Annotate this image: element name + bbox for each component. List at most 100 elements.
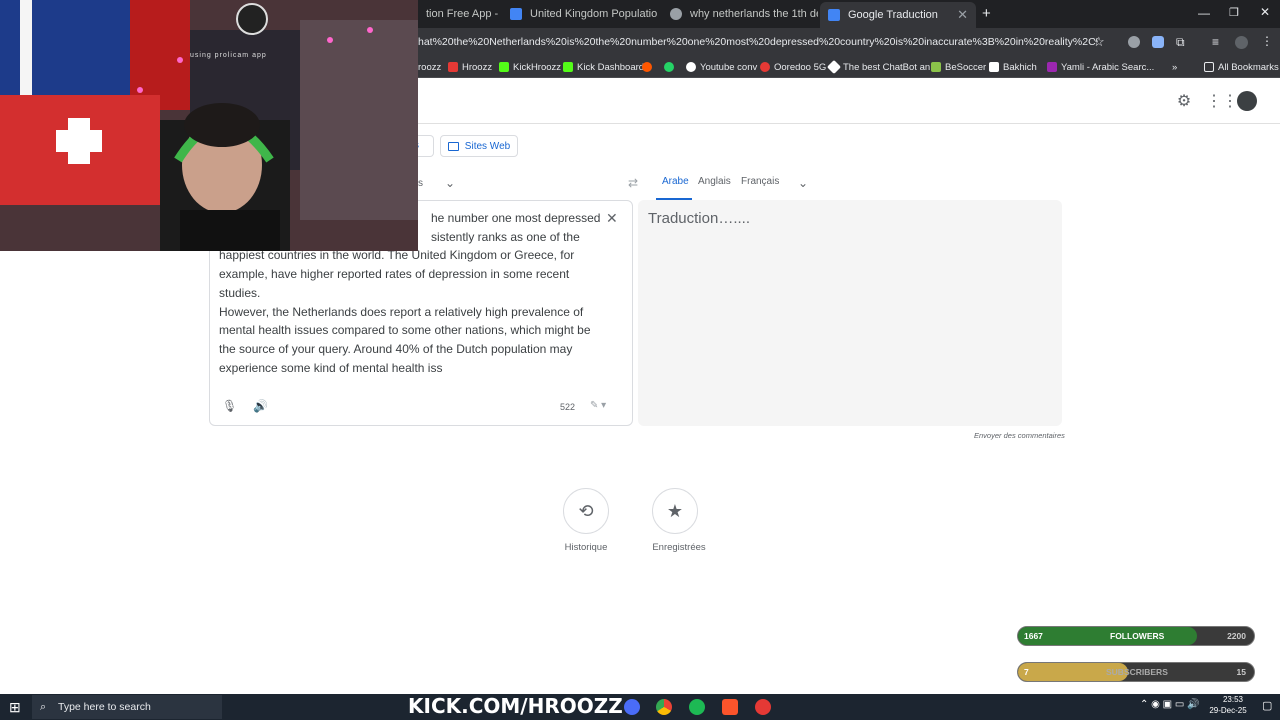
tab-english[interactable]: Anglais xyxy=(698,176,731,187)
bookmark-item[interactable]: The best ChatBot an... xyxy=(826,59,938,75)
translation-output: Traduction….... xyxy=(648,210,750,227)
website-icon xyxy=(447,141,459,151)
subscribers-label: SUBSCRIBERS xyxy=(1106,667,1168,677)
reddit-icon xyxy=(642,62,652,72)
followers-current: 1667 xyxy=(1024,631,1043,641)
translate-header xyxy=(418,80,1280,124)
tab-title: why netherlands the 1th depre xyxy=(690,8,818,20)
minimize-icon[interactable]: — xyxy=(1198,6,1210,20)
source-language-tab[interactable]: s xyxy=(418,178,423,189)
kick-icon xyxy=(563,62,573,72)
source-line: studies. xyxy=(219,285,261,300)
converter-icon xyxy=(686,62,696,72)
taskbar-search[interactable]: ⌕ Type here to search xyxy=(32,695,222,719)
saved-button[interactable]: ★ xyxy=(652,488,698,534)
search-icon: ⌕ xyxy=(40,701,47,713)
pencil-icon[interactable]: ✎ ▾ xyxy=(590,400,606,411)
obs-icon[interactable] xyxy=(755,699,771,715)
restore-icon[interactable]: ❐ xyxy=(1229,6,1239,19)
app-icon[interactable] xyxy=(624,699,640,715)
saved-label: Enregistrées xyxy=(652,542,706,553)
source-line: experience some kind of mental health is… xyxy=(219,360,443,375)
speaker-icon[interactable]: 🔊 xyxy=(253,399,268,413)
tab-arabic[interactable]: Arabe xyxy=(662,176,689,187)
source-line: mental health issues compared to some ot… xyxy=(219,323,591,338)
new-tab-button[interactable]: + xyxy=(982,5,991,22)
tab-title: tion Free App - xyxy=(426,8,498,20)
youtube-icon xyxy=(448,62,458,72)
character-count: 522 xyxy=(560,402,576,412)
chevron-right-icon[interactable]: » xyxy=(1172,59,1177,75)
chevron-down-icon[interactable]: ⌄ xyxy=(445,176,455,190)
more-menu-icon[interactable]: ⋮ xyxy=(1261,34,1273,48)
tab-netherlands-search[interactable]: why netherlands the 1th depre ✕ xyxy=(662,4,818,24)
yamli-icon xyxy=(1047,62,1057,72)
whatsapp-icon xyxy=(664,62,674,72)
kick-icon xyxy=(499,62,509,72)
subscribers-goal-bar: 7 SUBSCRIBERS 15 xyxy=(1017,662,1255,682)
kick-channel-url: KICK.COM/HROOZZ xyxy=(408,694,623,718)
bookmark-item[interactable]: Kick Dashboard xyxy=(563,59,644,75)
source-line: the source of your query. Around 40% of … xyxy=(219,341,573,356)
close-icon[interactable]: ✕ xyxy=(957,7,968,23)
clock-date[interactable]: 29-Dec-25 xyxy=(1203,706,1253,715)
bookmark-item[interactable]: KickHroozz xyxy=(499,59,561,75)
ooredoo-icon xyxy=(760,62,770,72)
tab-title: Google Traduction xyxy=(848,9,938,21)
all-bookmarks[interactable]: All Bookmarks xyxy=(1204,59,1279,75)
media-icon[interactable]: ≡ xyxy=(1212,35,1219,49)
profile-avatar[interactable] xyxy=(1235,36,1248,49)
bookmark-item[interactable] xyxy=(642,59,652,75)
webcam-overlay: using prolicam app xyxy=(0,0,418,251)
gear-icon[interactable]: ⚙ xyxy=(1175,93,1193,111)
swap-languages-icon[interactable]: ⇄ xyxy=(628,176,638,190)
subscribers-current: 7 xyxy=(1024,667,1029,677)
extension-icon[interactable] xyxy=(1152,36,1164,48)
microphone-icon[interactable]: 🎙 xyxy=(222,399,237,413)
bookmark-item[interactable]: roozz xyxy=(418,59,441,75)
bookmark-item[interactable]: Bakhich xyxy=(989,59,1037,75)
chevron-down-icon[interactable]: ⌄ xyxy=(798,176,808,190)
followers-label: FOLLOWERS xyxy=(1110,631,1165,641)
apps-grid-icon[interactable]: ⋮⋮ xyxy=(1206,93,1238,111)
tab-french[interactable]: Français xyxy=(741,176,779,187)
followers-goal-bar: 1667 FOLLOWERS 2200 xyxy=(1017,626,1255,646)
star-icon: ★ xyxy=(666,500,684,521)
bookmark-item[interactable]: BeSoccer xyxy=(931,59,986,75)
bookmark-item[interactable]: Ooredoo 5G xyxy=(760,59,826,75)
bookmark-item[interactable]: Youtube conv xyxy=(686,59,757,75)
url-field[interactable]: hat%20the%20Netherlands%20is%20the%20num… xyxy=(418,32,1098,52)
followers-progress-fill xyxy=(1018,627,1197,645)
tab-google-translate[interactable]: Google Traduction ✕ xyxy=(820,2,976,28)
google-icon xyxy=(670,8,682,20)
history-icon: ⟲ xyxy=(578,500,594,521)
bookmark-item[interactable]: Yamli - Arabic Searc... xyxy=(1047,59,1154,75)
besoccer-icon xyxy=(931,62,941,72)
window-close-icon[interactable]: ✕ xyxy=(1260,5,1270,19)
star-icon[interactable]: ☆ xyxy=(1093,34,1105,50)
bookmark-item[interactable] xyxy=(664,59,674,75)
bookmark-item[interactable]: Hroozz xyxy=(448,59,492,75)
notifications-icon[interactable]: ▢ xyxy=(1262,699,1272,712)
spotify-icon[interactable] xyxy=(689,699,705,715)
windows-taskbar: ⊞ ⌕ Type here to search KICK.COM/HROOZZ … xyxy=(0,694,1280,720)
chrome-icon[interactable] xyxy=(656,699,672,715)
websites-button[interactable]: Sites Web xyxy=(440,135,518,157)
tray-icons[interactable]: ⌃ ◉ ▣ ▭ 🔊 xyxy=(1140,699,1200,710)
tab-free-app[interactable]: tion Free App - ✕ xyxy=(418,4,498,24)
send-feedback-link[interactable]: Envoyer des commentaires xyxy=(974,431,1065,440)
history-button[interactable]: ⟲ xyxy=(563,488,609,534)
bakhich-icon xyxy=(989,62,999,72)
clock-time[interactable]: 23:53 xyxy=(1213,695,1253,704)
globe-icon xyxy=(510,8,522,20)
chatbot-icon xyxy=(826,59,842,75)
tab-title: United Kingdom Population 20 xyxy=(530,8,658,20)
puzzle-icon[interactable]: ⧉ xyxy=(1176,35,1185,50)
windows-start-icon[interactable]: ⊞ xyxy=(9,699,21,716)
webcam-scene xyxy=(0,0,418,251)
account-avatar[interactable] xyxy=(1237,91,1257,111)
brave-icon[interactable] xyxy=(722,699,738,715)
tab-uk-population[interactable]: United Kingdom Population 20 ✕ xyxy=(502,4,658,24)
extension-icon[interactable] xyxy=(1128,36,1140,48)
clear-text-icon[interactable]: ✕ xyxy=(606,210,618,227)
